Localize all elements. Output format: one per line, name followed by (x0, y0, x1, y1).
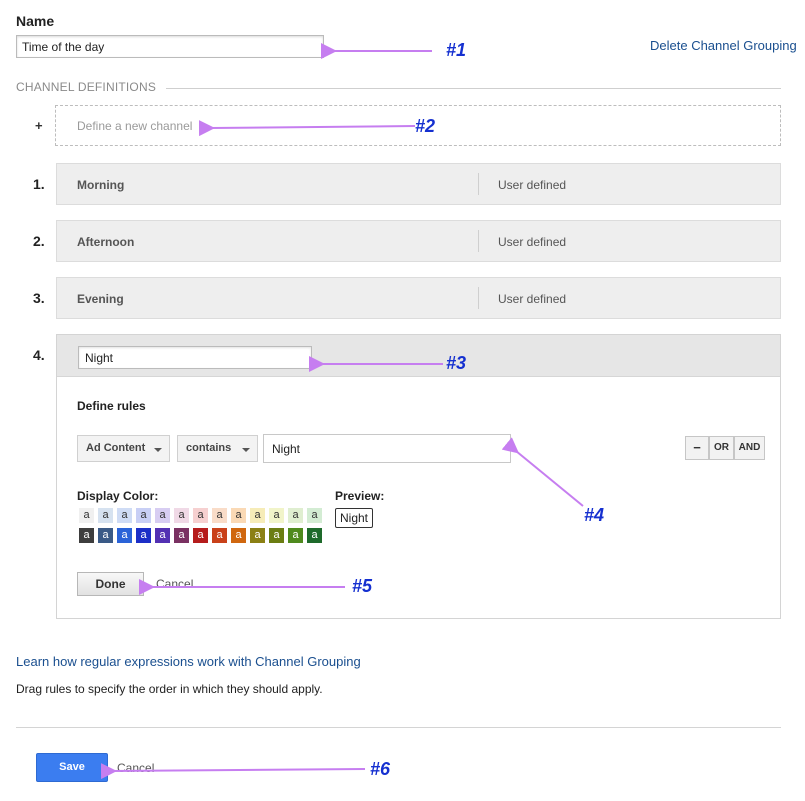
done-button[interactable]: Done (77, 572, 144, 596)
color-swatch[interactable]: a (193, 528, 208, 543)
color-swatch[interactable]: a (288, 528, 303, 543)
channel-name-input[interactable]: Night (78, 346, 312, 369)
color-swatch[interactable]: a (231, 508, 246, 523)
annotation-label-3: #3 (446, 353, 467, 373)
define-rules-heading: Define rules (77, 399, 146, 413)
channel-type: User defined (498, 292, 567, 306)
channel-row-afternoon[interactable] (56, 220, 781, 262)
section-divider (166, 88, 781, 89)
or-button[interactable]: OR (709, 436, 734, 460)
color-swatch[interactable]: a (155, 508, 170, 523)
display-color-label: Display Color: (77, 489, 159, 503)
channel-number: 4. (33, 347, 45, 363)
operator-dropdown[interactable]: contains (177, 435, 258, 462)
channel-type: User defined (498, 235, 567, 249)
row-divider (478, 173, 479, 195)
color-swatch[interactable]: a (212, 528, 227, 543)
chevron-down-icon (154, 448, 162, 452)
color-swatch[interactable]: a (79, 528, 94, 543)
dimension-value: Ad Content (86, 442, 146, 454)
delete-channel-grouping-link[interactable]: Delete Channel Grouping (650, 38, 797, 53)
footer-divider (16, 727, 781, 728)
save-button[interactable]: Save (36, 753, 108, 782)
annotation-label-5: #5 (352, 576, 373, 596)
color-swatch[interactable]: a (117, 528, 132, 543)
color-swatch[interactable]: a (174, 528, 189, 543)
color-swatch[interactable]: a (136, 508, 151, 523)
plus-icon: + (35, 118, 43, 133)
preview-chip: Night (335, 508, 374, 528)
channel-number: 2. (33, 233, 45, 249)
channel-name: Morning (77, 178, 125, 192)
annotation-label-6: #6 (370, 759, 391, 779)
color-swatch[interactable]: a (250, 508, 265, 523)
color-swatch[interactable]: a (193, 508, 208, 523)
name-label: Name (16, 13, 55, 29)
chevron-down-icon (242, 448, 250, 452)
color-swatch[interactable]: a (269, 528, 284, 543)
channel-name: Evening (77, 292, 124, 306)
annotation-label-4: #4 (584, 505, 605, 525)
annotation-label-1: #1 (446, 40, 467, 60)
color-swatch[interactable]: a (288, 508, 303, 523)
color-swatch[interactable]: a (231, 528, 246, 543)
color-swatch[interactable]: a (117, 508, 132, 523)
color-swatch[interactable]: a (307, 508, 322, 523)
color-swatch[interactable]: a (212, 508, 227, 523)
drag-rules-hint: Drag rules to specify the order in which… (16, 682, 323, 696)
rule-value-input[interactable]: Night (263, 434, 511, 463)
cancel-edit-link[interactable]: Cancel (156, 577, 193, 591)
and-button[interactable]: AND (734, 436, 765, 460)
cancel-link[interactable]: Cancel (117, 761, 154, 775)
channel-row-evening[interactable] (56, 277, 781, 319)
channel-number: 1. (33, 176, 45, 192)
color-swatch[interactable]: a (79, 508, 94, 523)
channel-definitions-title: CHANNEL DEFINITIONS (16, 80, 157, 94)
color-swatch[interactable]: a (269, 508, 284, 523)
channel-type: User defined (498, 178, 567, 192)
row-divider (478, 230, 479, 252)
define-new-channel-label: Define a new channel (77, 119, 193, 133)
color-swatch[interactable]: a (136, 528, 151, 543)
dimension-dropdown[interactable]: Ad Content (77, 435, 170, 462)
color-swatch[interactable]: a (98, 508, 113, 523)
remove-rule-button[interactable]: − (685, 436, 709, 460)
color-swatch[interactable]: a (155, 528, 170, 543)
color-swatch[interactable]: a (307, 528, 322, 543)
operator-value: contains (186, 442, 232, 454)
grouping-name-input[interactable]: Time of the day (16, 35, 324, 58)
color-swatch[interactable]: a (174, 508, 189, 523)
channel-number: 3. (33, 290, 45, 306)
row-divider (478, 287, 479, 309)
color-swatch[interactable]: a (98, 528, 113, 543)
preview-label: Preview: (335, 489, 385, 503)
channel-row-morning[interactable] (56, 163, 781, 205)
annotation-label-2: #2 (415, 116, 436, 136)
learn-regex-link[interactable]: Learn how regular expressions work with … (16, 654, 361, 669)
color-swatch[interactable]: a (250, 528, 265, 543)
channel-name: Afternoon (77, 235, 135, 249)
